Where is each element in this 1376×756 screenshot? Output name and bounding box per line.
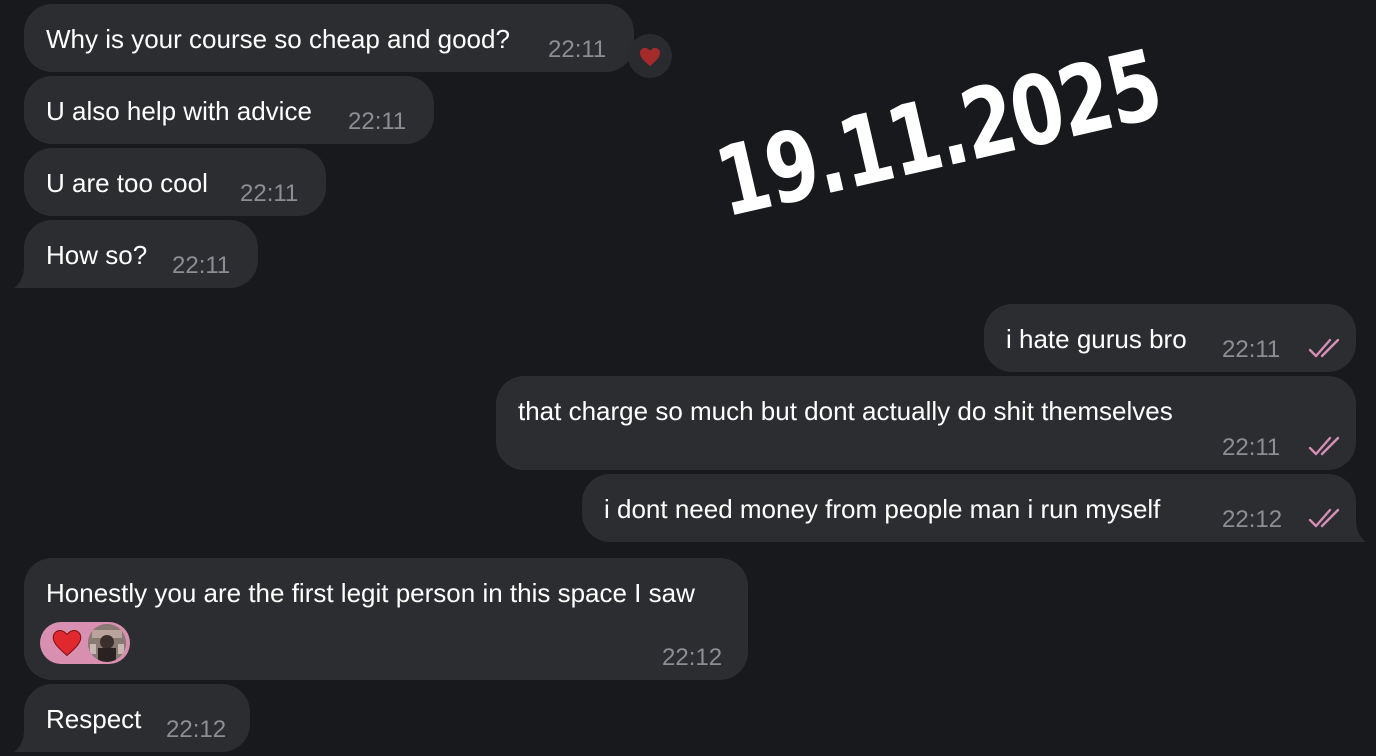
- incoming-message[interactable]: U are too cool 22:11: [24, 148, 326, 216]
- incoming-message[interactable]: Honestly you are the first legit person …: [24, 558, 748, 680]
- outgoing-message[interactable]: that charge so much but dont actually do…: [496, 376, 1356, 470]
- message-text: Why is your course so cheap and good?: [46, 24, 510, 54]
- message-text: i hate gurus bro: [1006, 324, 1187, 354]
- reaction-badge[interactable]: [628, 34, 672, 78]
- message-time: 22:12: [166, 716, 227, 743]
- message-text: Honestly you are the first legit person …: [46, 578, 695, 608]
- bubble-tail: [14, 730, 30, 752]
- heart-icon: [52, 629, 82, 657]
- message-time: 22:11: [1222, 336, 1281, 363]
- message-text: Respect: [46, 704, 142, 734]
- message-time: 22:12: [1222, 506, 1283, 533]
- date-stamp-overlay: 19.11.2025: [706, 28, 1170, 240]
- message-text: that charge so much but dont actually do…: [518, 396, 1173, 426]
- outgoing-message[interactable]: i dont need money from people man i run …: [582, 474, 1356, 542]
- message-text: U also help with advice: [46, 96, 312, 126]
- bubble-tail: [14, 266, 30, 288]
- read-checkmarks-icon: [1308, 508, 1340, 528]
- reaction-pill[interactable]: [40, 622, 130, 664]
- incoming-message[interactable]: U also help with advice 22:11: [24, 76, 434, 144]
- incoming-message[interactable]: Respect 22:12: [24, 684, 250, 752]
- avatar[interactable]: [88, 624, 126, 662]
- heart-icon: [640, 47, 660, 67]
- incoming-message[interactable]: How so? 22:11: [24, 220, 258, 288]
- message-time: 22:11: [172, 252, 231, 279]
- message-time: 22:11: [1222, 434, 1281, 461]
- read-checkmarks-icon: [1308, 436, 1340, 456]
- message-text: How so?: [46, 240, 148, 270]
- message-text: U are too cool: [46, 168, 208, 198]
- incoming-message[interactable]: Why is your course so cheap and good? 22…: [24, 4, 634, 72]
- message-text: i dont need money from people man i run …: [604, 494, 1161, 524]
- message-time: 22:11: [240, 180, 299, 207]
- message-time: 22:12: [662, 644, 723, 671]
- avatar-image: [88, 624, 126, 662]
- bubble-tail: [1350, 520, 1366, 542]
- message-time: 22:11: [348, 108, 407, 135]
- read-checkmarks-icon: [1308, 338, 1340, 358]
- message-time: 22:11: [548, 36, 607, 63]
- outgoing-message[interactable]: i hate gurus bro 22:11: [984, 304, 1356, 372]
